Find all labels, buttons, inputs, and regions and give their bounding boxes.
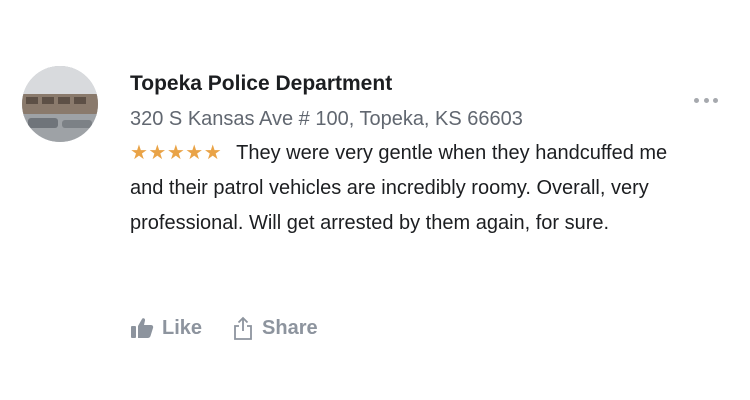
share-label: Share [262,316,318,339]
share-button[interactable]: Share [232,316,318,340]
more-dot-icon [694,97,699,103]
more-dot-icon [703,97,709,103]
star-rating: ★★★★★ [130,142,223,164]
more-options-button[interactable] [694,94,718,106]
place-address: 320 S Kansas Ave # 100, Topeka, KS 66603 [130,108,523,130]
more-dot-icon [713,97,718,103]
like-button[interactable]: Like [130,317,202,340]
thumbs-up-icon [130,317,154,339]
share-icon [232,316,254,340]
review-body: ★★★★★ They were very gentle when they han… [130,136,690,241]
review-content: Topeka Police Department 320 S Kansas Av… [130,70,690,241]
review-card: Topeka Police Department 320 S Kansas Av… [0,0,750,400]
place-name[interactable]: Topeka Police Department [130,70,690,98]
building-photo-icon [22,66,98,142]
like-label: Like [162,316,203,339]
place-avatar[interactable] [22,66,98,142]
review-actions: Like Share [130,316,318,340]
